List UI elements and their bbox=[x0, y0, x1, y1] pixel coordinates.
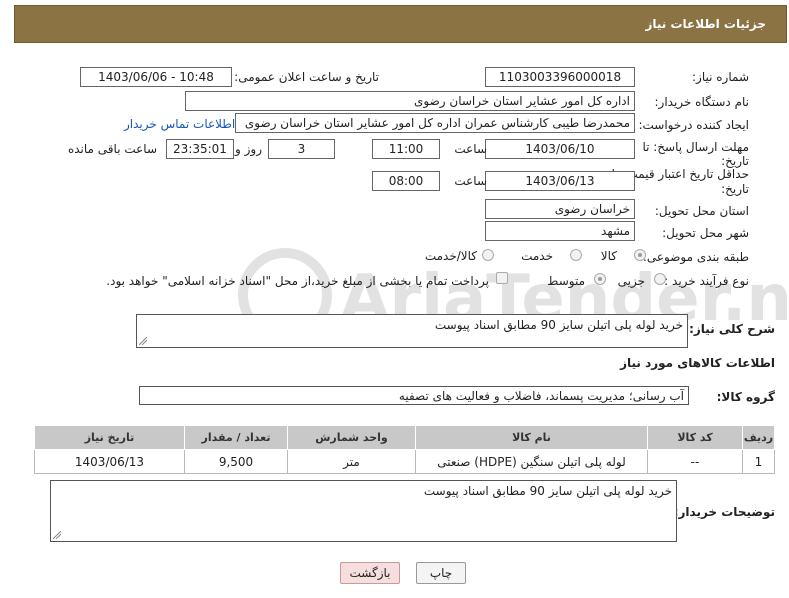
col-quantity: تعداد / مقدار bbox=[184, 425, 288, 450]
back-button[interactable]: بازگشت bbox=[340, 562, 400, 584]
treasury-checkbox[interactable] bbox=[496, 272, 508, 284]
buyer-notes-textarea[interactable]: خرید لوله پلی اتیلن سایز 90 مطابق اسناد … bbox=[50, 480, 677, 542]
process-minor-radio[interactable] bbox=[654, 273, 666, 285]
cell-unit: متر bbox=[287, 449, 416, 474]
col-row: ردیف bbox=[742, 425, 775, 450]
summary-textarea[interactable]: خرید لوله پلی اتیلن سایز 90 مطابق اسناد … bbox=[136, 314, 688, 348]
province-label: استان محل تحویل: bbox=[654, 204, 749, 218]
col-name: نام کالا bbox=[415, 425, 648, 450]
validity-date-label: تاریخ: bbox=[721, 182, 749, 196]
cell-code: -- bbox=[647, 449, 743, 474]
announce-date-field: 1403/06/06 - 10:48 bbox=[80, 67, 232, 87]
validity-date-field: 1403/06/13 bbox=[485, 171, 635, 191]
cell-quantity: 9,500 bbox=[184, 449, 288, 474]
category-label: طبقه بندی موضوعی: bbox=[642, 250, 749, 264]
buyer-contact-link[interactable]: اطلاعات تماس خریدار bbox=[124, 117, 235, 131]
category-service-radio[interactable] bbox=[570, 249, 582, 261]
time-remaining-field: 23:35:01 bbox=[166, 139, 234, 159]
category-goods-label: کالا bbox=[600, 249, 617, 263]
need-number-field: 1103003396000018 bbox=[485, 67, 635, 87]
cell-date: 1403/06/13 bbox=[34, 449, 185, 474]
category-goods-radio[interactable] bbox=[634, 249, 646, 261]
resize-grip-icon[interactable] bbox=[53, 531, 61, 539]
time-remaining-label: ساعت باقی مانده bbox=[67, 142, 157, 156]
deadline-time-label: ساعت bbox=[454, 142, 487, 156]
buyer-notes-label: توضیحات خریدار: bbox=[673, 505, 775, 519]
need-number-label: شماره نیاز: bbox=[692, 70, 749, 84]
process-type-label: نوع فرآیند خرید : bbox=[664, 274, 749, 288]
buyer-label: نام دستگاه خریدار: bbox=[654, 95, 750, 109]
buyer-field: اداره کل امور عشایر استان خراسان رضوی bbox=[185, 91, 635, 111]
buyer-notes-text: خرید لوله پلی اتیلن سایز 90 مطابق اسناد … bbox=[423, 484, 672, 498]
validity-time-field: 08:00 bbox=[372, 171, 440, 191]
validity-time-label: ساعت bbox=[454, 174, 487, 188]
creator-field: محمدرضا طیبی کارشناس عمران اداره کل امور… bbox=[235, 113, 635, 133]
table-header-row: ردیف کد کالا نام کالا واحد شمارش تعداد /… bbox=[34, 425, 775, 450]
deadline-time-field: 11:00 bbox=[372, 139, 440, 159]
cell-row: 1 bbox=[742, 449, 775, 474]
process-minor-label: جزیی bbox=[617, 274, 645, 288]
items-table: ردیف کد کالا نام کالا واحد شمارش تعداد /… bbox=[34, 425, 775, 474]
deadline-date-label: تاریخ: bbox=[721, 154, 749, 168]
category-goods-service-label: کالا/خدمت bbox=[424, 249, 477, 263]
resize-grip-icon[interactable] bbox=[139, 337, 147, 345]
summary-label: شرح کلی نیاز: bbox=[689, 322, 775, 336]
payment-note: پرداخت تمام یا بخشی از مبلغ خرید،از محل … bbox=[106, 274, 489, 288]
deadline-date-field: 1403/06/10 bbox=[485, 139, 635, 159]
goods-section-title: اطلاعات کالاهای مورد نیاز bbox=[620, 356, 775, 370]
creator-label: ایجاد کننده درخواست: bbox=[638, 118, 749, 132]
page-header: جزئیات اطلاعات نیاز bbox=[14, 5, 787, 43]
col-code: کد کالا bbox=[647, 425, 743, 450]
cell-name: لوله پلی اتیلن سنگین (HDPE) صنعتی bbox=[415, 449, 648, 474]
days-label: روز و bbox=[235, 142, 262, 156]
days-remaining-field: 3 bbox=[268, 139, 335, 159]
col-unit: واحد شمارش bbox=[287, 425, 416, 450]
category-service-label: خدمت bbox=[521, 249, 553, 263]
province-field: خراسان رضوی bbox=[485, 199, 635, 219]
summary-text: خرید لوله پلی اتیلن سایز 90 مطابق اسناد … bbox=[434, 318, 683, 332]
announce-date-label: تاریخ و ساعت اعلان عمومی: bbox=[234, 70, 379, 84]
goods-group-field: آب رسانی؛ مدیریت پسماند، فاضلاب و فعالیت… bbox=[139, 386, 689, 405]
deadline-label: مهلت ارسال پاسخ: تا bbox=[642, 140, 749, 154]
process-medium-radio[interactable] bbox=[594, 273, 606, 285]
process-medium-label: متوسط bbox=[547, 274, 585, 288]
goods-group-label: گروه کالا: bbox=[716, 390, 775, 404]
page-title: جزئیات اطلاعات نیاز bbox=[645, 17, 766, 31]
col-date: تاریخ نیاز bbox=[34, 425, 185, 450]
print-button[interactable]: چاپ bbox=[416, 562, 466, 584]
city-field: مشهد bbox=[485, 221, 635, 241]
table-row: 1 -- لوله پلی اتیلن سنگین (HDPE) صنعتی م… bbox=[34, 449, 775, 474]
category-goods-service-radio[interactable] bbox=[482, 249, 494, 261]
city-label: شهر محل تحویل: bbox=[662, 226, 749, 240]
